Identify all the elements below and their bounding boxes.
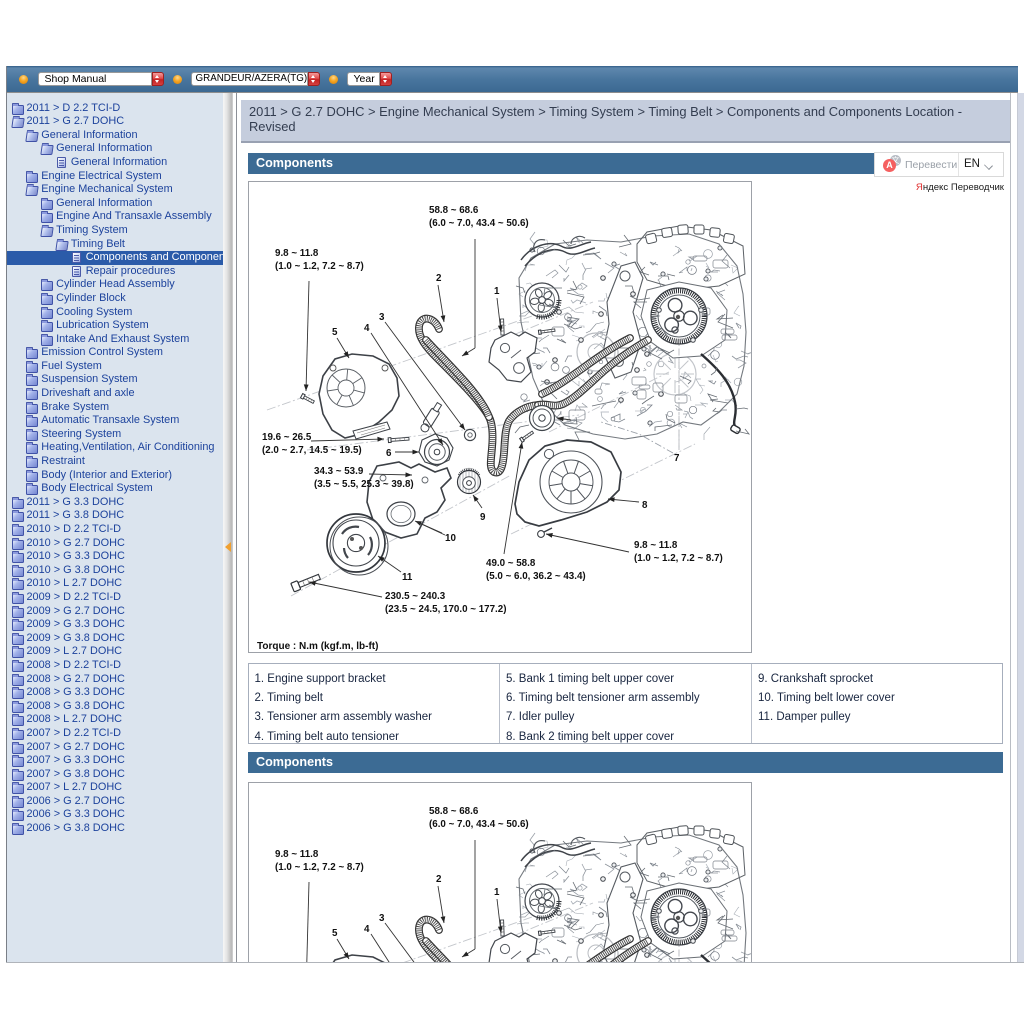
svg-text:58.8 ~ 68.6: 58.8 ~ 68.6 [429,205,479,216]
svg-text:(5.0 ~ 6.0, 36.2 ~ 43.4): (5.0 ~ 6.0, 36.2 ~ 43.4) [486,571,586,582]
svg-text:8: 8 [642,500,648,511]
svg-text:9: 9 [480,512,486,523]
svg-text:Torque : N.m (kgf.m, lb-ft): Torque : N.m (kgf.m, lb-ft) [257,641,378,652]
svg-text:19.6 ~ 26.5: 19.6 ~ 26.5 [262,432,312,443]
svg-text:6: 6 [386,448,392,459]
svg-text:5: 5 [332,327,338,338]
svg-text:1: 1 [494,286,500,297]
svg-text:34.3 ~ 53.9: 34.3 ~ 53.9 [314,466,364,477]
svg-text:(3.5 ~ 5.5, 25.3 ~ 39.8): (3.5 ~ 5.5, 25.3 ~ 39.8) [314,479,414,490]
svg-text:7: 7 [674,453,680,464]
svg-text:(1.0 ~ 1.2, 7.2 ~ 8.7): (1.0 ~ 1.2, 7.2 ~ 8.7) [634,553,723,564]
svg-text:49.0 ~ 58.8: 49.0 ~ 58.8 [486,558,536,569]
svg-text:230.5 ~ 240.3: 230.5 ~ 240.3 [385,591,446,602]
svg-text:(2.0 ~ 2.7, 14.5 ~ 19.5): (2.0 ~ 2.7, 14.5 ~ 19.5) [262,445,362,456]
svg-text:9.8 ~ 11.8: 9.8 ~ 11.8 [634,540,678,551]
svg-text:11: 11 [402,572,413,583]
svg-text:2: 2 [436,273,442,284]
svg-text:4: 4 [364,323,370,334]
svg-text:(23.5 ~ 24.5, 170.0 ~ 177.2): (23.5 ~ 24.5, 170.0 ~ 177.2) [385,604,506,615]
svg-text:(6.0 ~ 7.0, 43.4 ~ 50.6): (6.0 ~ 7.0, 43.4 ~ 50.6) [429,218,529,229]
svg-text:10: 10 [445,533,456,544]
svg-text:9.8 ~ 11.8: 9.8 ~ 11.8 [275,248,319,259]
svg-text:3: 3 [379,312,385,323]
svg-text:(1.0 ~ 1.2, 7.2 ~ 8.7): (1.0 ~ 1.2, 7.2 ~ 8.7) [275,261,364,272]
